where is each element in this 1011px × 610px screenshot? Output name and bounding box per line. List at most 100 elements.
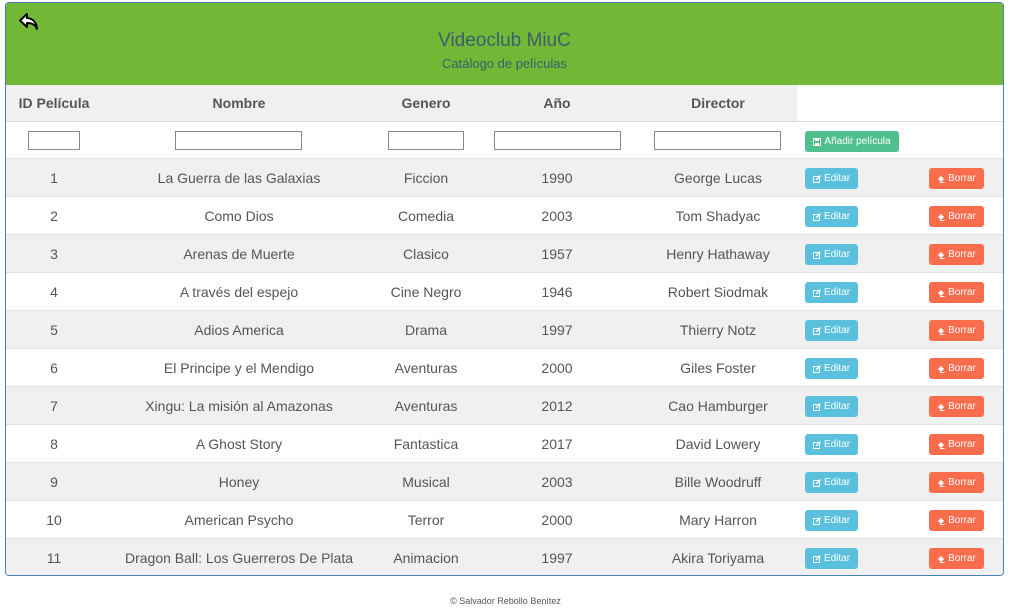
cell-anio: 1990 bbox=[541, 169, 573, 186]
cell-nombre: A Ghost Story bbox=[195, 435, 283, 452]
column-header-id: ID Película bbox=[18, 95, 90, 111]
delete-label: Borrar bbox=[948, 477, 976, 488]
filter-nombre-input[interactable] bbox=[175, 131, 302, 150]
cell-nombre: La Guerra de las Galaxias bbox=[157, 169, 321, 186]
edit-label: Editar bbox=[823, 287, 851, 298]
edit-label: Editar bbox=[823, 325, 851, 336]
delete-button[interactable]: Borrar bbox=[929, 434, 984, 455]
edit-icon bbox=[812, 440, 821, 449]
header: Videoclub MiuC Catálogo de películas bbox=[6, 3, 1003, 85]
cell-anio: 1957 bbox=[541, 245, 573, 262]
edit-button[interactable]: Editar bbox=[805, 358, 858, 379]
edit-button[interactable]: Editar bbox=[805, 434, 858, 455]
delete-button[interactable]: Borrar bbox=[929, 358, 984, 379]
cell-anio: 2000 bbox=[541, 511, 573, 528]
cell-genero: Cine Negro bbox=[390, 283, 462, 300]
cell-director: Thierry Notz bbox=[679, 321, 757, 338]
cell-director: Giles Foster bbox=[680, 359, 756, 376]
cell-genero: Drama bbox=[404, 321, 447, 338]
edit-icon bbox=[812, 326, 821, 335]
cell-director: Tom Shadyac bbox=[675, 207, 761, 224]
delete-button[interactable]: Borrar bbox=[929, 244, 984, 265]
cell-id: 1 bbox=[50, 169, 58, 186]
table-row: 10 American Psycho Terror 2000 Mary Harron Ed… bbox=[6, 500, 1003, 538]
table-row: 6 El Principe y el Mendigo Aventuras 2000 Gi… bbox=[6, 348, 1003, 386]
cell-anio: 1997 bbox=[541, 549, 573, 566]
edit-label: Editar bbox=[823, 439, 851, 450]
table-row: 7 Xingu: La misión al Amazonas Aventuras 20… bbox=[6, 386, 1003, 424]
eraser-icon bbox=[938, 517, 945, 525]
edit-icon bbox=[812, 478, 821, 487]
cell-anio: 1946 bbox=[541, 283, 573, 300]
cell-nombre: El Principe y el Mendigo bbox=[163, 359, 315, 376]
filter-genero-input[interactable] bbox=[388, 131, 464, 150]
filter-id-input[interactable] bbox=[28, 131, 80, 150]
page-subtitle: Catálogo de películas bbox=[441, 56, 568, 71]
filter-director-input[interactable] bbox=[654, 131, 781, 150]
delete-button[interactable]: Borrar bbox=[929, 510, 984, 531]
edit-button[interactable]: Editar bbox=[805, 244, 858, 265]
cell-genero: Fantastica bbox=[393, 435, 459, 452]
edit-label: Editar bbox=[823, 515, 851, 526]
cell-genero: Comedia bbox=[397, 207, 455, 224]
cell-anio: 2003 bbox=[541, 207, 573, 224]
edit-button[interactable]: Editar bbox=[805, 510, 858, 531]
delete-label: Borrar bbox=[948, 173, 976, 184]
cell-director: Robert Siodmak bbox=[667, 283, 769, 300]
save-icon bbox=[813, 137, 822, 146]
edit-button[interactable]: Editar bbox=[805, 168, 858, 189]
edit-button[interactable]: Editar bbox=[805, 206, 858, 227]
table-row: 11 Dragon Ball: Los Guerreros De Plata Ani… bbox=[6, 538, 1003, 575]
delete-button[interactable]: Borrar bbox=[929, 548, 984, 569]
cell-director: David Lowery bbox=[675, 435, 761, 452]
delete-label: Borrar bbox=[948, 363, 976, 374]
cell-anio: 1997 bbox=[541, 321, 573, 338]
delete-label: Borrar bbox=[948, 325, 976, 336]
page-title: Videoclub MiuC bbox=[438, 30, 571, 51]
filter-row: Añadir película bbox=[6, 121, 1003, 159]
delete-label: Borrar bbox=[948, 211, 976, 222]
cell-nombre: Arenas de Muerte bbox=[183, 245, 295, 262]
edit-button[interactable]: Editar bbox=[805, 548, 858, 569]
delete-label: Borrar bbox=[948, 401, 976, 412]
cell-genero: Ficcion bbox=[403, 169, 449, 186]
cell-id: 8 bbox=[50, 435, 58, 452]
edit-icon bbox=[812, 516, 821, 525]
delete-button[interactable]: Borrar bbox=[929, 168, 984, 189]
delete-label: Borrar bbox=[948, 553, 976, 564]
cell-nombre: American Psycho bbox=[184, 511, 294, 528]
add-movie-button[interactable]: Añadir película bbox=[805, 131, 899, 152]
add-movie-label: Añadir película bbox=[824, 136, 891, 147]
table-row: 2 Como Dios Comedia 2003 Tom Shadyac Editar Bo… bbox=[6, 196, 1003, 234]
cell-id: 6 bbox=[50, 359, 58, 376]
table-row: 1 La Guerra de las Galaxias Ficcion 1990 Geo… bbox=[6, 158, 1003, 196]
delete-button[interactable]: Borrar bbox=[929, 396, 984, 417]
edit-button[interactable]: Editar bbox=[805, 320, 858, 341]
delete-button[interactable]: Borrar bbox=[929, 320, 984, 341]
eraser-icon bbox=[938, 555, 945, 563]
edit-button[interactable]: Editar bbox=[805, 396, 858, 417]
filter-anio-input[interactable] bbox=[494, 131, 621, 150]
cell-nombre: A través del espejo bbox=[179, 283, 299, 300]
cell-anio: 2012 bbox=[541, 397, 573, 414]
delete-button[interactable]: Borrar bbox=[929, 282, 984, 303]
catalog-panel: Videoclub MiuC Catálogo de películas ID … bbox=[5, 2, 1004, 576]
edit-label: Editar bbox=[823, 249, 851, 260]
edit-button[interactable]: Editar bbox=[805, 282, 858, 303]
cell-anio: 2017 bbox=[541, 435, 573, 452]
delete-button[interactable]: Borrar bbox=[929, 472, 984, 493]
cell-nombre: Xingu: La misión al Amazonas bbox=[145, 397, 333, 414]
edit-button[interactable]: Editar bbox=[805, 472, 858, 493]
edit-label: Editar bbox=[823, 211, 851, 222]
eraser-icon bbox=[938, 403, 945, 411]
delete-label: Borrar bbox=[948, 515, 976, 526]
delete-button[interactable]: Borrar bbox=[929, 206, 984, 227]
edit-icon bbox=[812, 402, 821, 411]
edit-label: Editar bbox=[823, 553, 851, 564]
cell-id: 9 bbox=[50, 473, 58, 490]
eraser-icon bbox=[938, 441, 945, 449]
cell-director: Akira Toriyama bbox=[671, 549, 765, 566]
edit-icon bbox=[812, 288, 821, 297]
table-row: 9 Honey Musical 2003 Bille Woodruff Editar Bor… bbox=[6, 462, 1003, 500]
cell-genero: Aventuras bbox=[394, 397, 458, 414]
